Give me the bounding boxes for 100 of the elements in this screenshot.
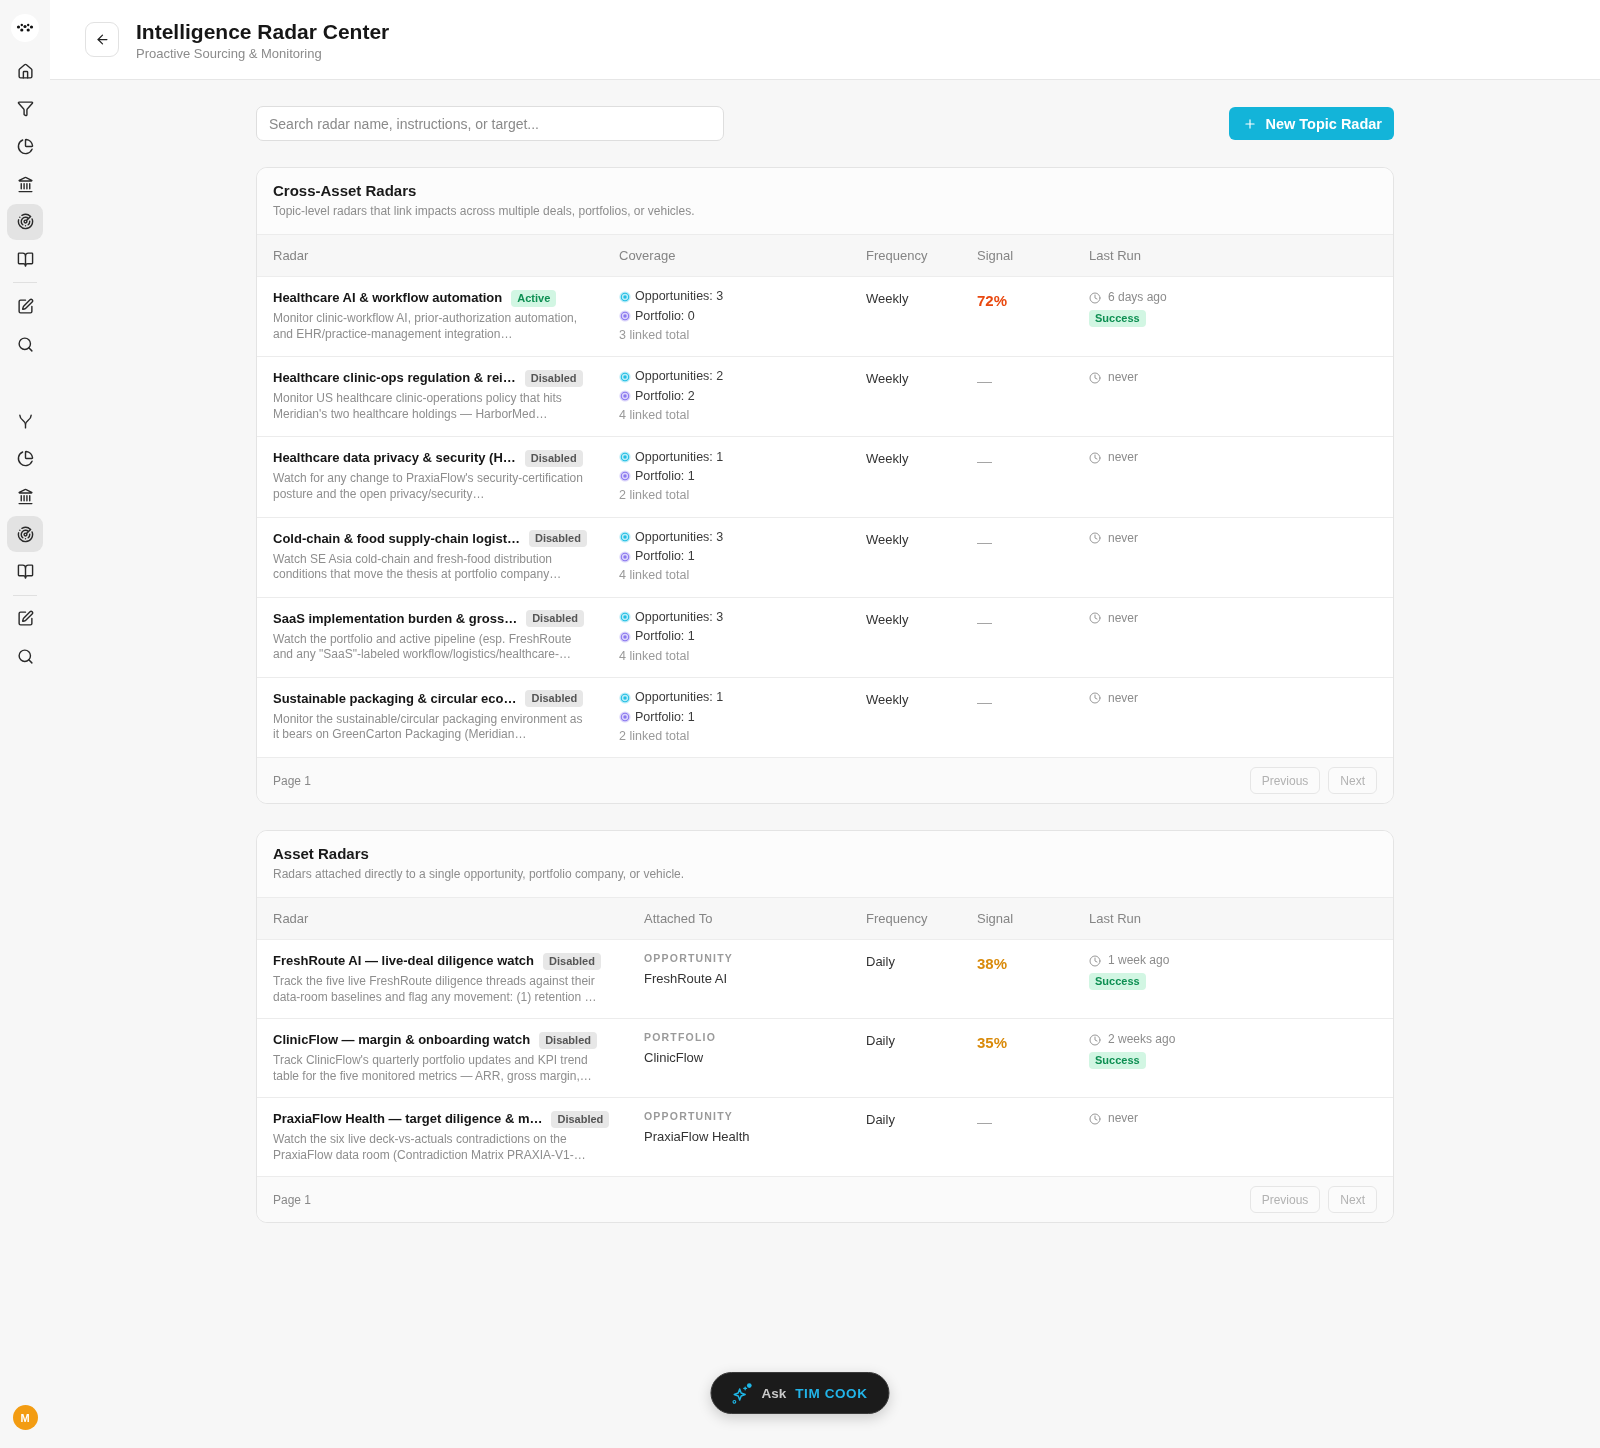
fork-icon <box>16 412 34 430</box>
nav-button[interactable] <box>7 203 43 240</box>
target-icon <box>619 290 631 303</box>
target-icon <box>619 470 631 483</box>
target-icon <box>619 451 631 464</box>
column-header: Last Run <box>1089 248 1142 263</box>
frequency-text: Weekly <box>866 691 909 707</box>
frequency-text: Weekly <box>866 531 909 547</box>
search-field[interactable]: Search radar name, instructions, or target... <box>256 106 724 141</box>
signal-value: — <box>977 452 992 470</box>
linked-total: 4 linked total <box>619 406 691 424</box>
target-icon <box>619 691 631 704</box>
search-icon <box>16 335 34 353</box>
last-run-time: never <box>1108 369 1139 387</box>
back-button[interactable] <box>85 22 119 57</box>
user-avatar: M <box>12 1405 38 1430</box>
frequency-text: Weekly <box>866 371 909 387</box>
clock-icon <box>1089 1112 1101 1125</box>
linked-total: 4 linked total <box>619 567 691 585</box>
signal-value: 35% <box>977 1034 1008 1052</box>
radar-icon <box>16 525 34 543</box>
result-badge: Success <box>1089 1052 1146 1070</box>
edit-icon <box>16 610 34 628</box>
radar-title: SaaS implementation burden & gross… <box>273 609 518 628</box>
clock-icon <box>1089 612 1101 625</box>
portfolio-count: Portfolio: 1 <box>635 708 695 726</box>
edit-icon <box>16 297 34 315</box>
radar-description: Watch SE Asia cold-chain and fresh-food distribution conditions that move the thesis at portfolio company… <box>273 551 563 583</box>
clock-icon <box>1089 291 1101 304</box>
status-badge: Disabled <box>529 530 587 548</box>
nav-button[interactable] <box>7 516 43 553</box>
portfolio-count: Portfolio: 0 <box>635 307 695 325</box>
target-icon <box>619 310 631 323</box>
opportunities-count: Opportunities: 3 <box>635 528 724 546</box>
status-badge: Disabled <box>524 449 583 467</box>
last-run-time: never <box>1108 609 1139 627</box>
last-run-time: never <box>1108 449 1139 467</box>
column-header: Signal <box>977 911 1014 927</box>
signal-value: — <box>977 692 992 710</box>
column-header: Radar <box>273 248 309 263</box>
sparkle-icon <box>731 1382 753 1404</box>
result-badge: Success <box>1089 310 1146 327</box>
portfolio-count: Portfolio: 2 <box>635 387 695 405</box>
clock-icon <box>1089 954 1101 967</box>
radar-description: Watch for any change to PraxiaFlow's security-certification posture and the open privacy/security… <box>273 471 584 503</box>
open-book-icon <box>16 250 34 268</box>
opportunities-count: Opportunities: 1 <box>635 689 724 707</box>
page-subtitle: Proactive Sourcing & Monitoring <box>136 45 323 63</box>
radar-description: Monitor clinic-workflow AI, prior-authorization automation, and EHR/practice-management integration… <box>273 311 579 342</box>
clock-icon <box>1089 692 1101 705</box>
opportunities-count: Opportunities: 3 <box>635 608 724 626</box>
column-header: Signal <box>977 248 1014 263</box>
logo-icon <box>11 14 39 42</box>
attached-type: OPPORTUNITY <box>644 1109 735 1124</box>
radar-title: Cold-chain & food supply-chain logist… <box>273 529 520 548</box>
target-icon <box>619 550 631 563</box>
opportunities-count: Opportunities: 2 <box>635 368 724 386</box>
attached-name: PraxiaFlow Health <box>644 1128 750 1147</box>
radar-description: Watch the portfolio and active pipeline (esp. FreshRoute and any "SaaS"-labeled workflow/logistics/healthcare-… <box>273 631 573 663</box>
new-radar-button[interactable]: New Topic Radar <box>1229 107 1394 140</box>
signal-value: — <box>977 532 992 550</box>
radar-description: Monitor the sustainable/circular packaging environment as it bears on GreenCarton Packaging (Meridian… <box>273 711 584 743</box>
section-description: Topic-level radars that link impacts across multiple deals, portfolios, or vehicles. <box>273 203 696 219</box>
radar-description: Track ClinicFlow's quarterly portfolio updates and KPI trend table for the five monitored metrics — ARR, gross margin,… <box>273 1053 593 1085</box>
status-badge: Disabled <box>539 1031 597 1049</box>
signal-value: 72% <box>977 292 1008 309</box>
target-icon <box>619 370 631 383</box>
open-book-icon <box>16 563 34 581</box>
frequency-text: Weekly <box>866 611 909 627</box>
column-header: Radar <box>273 911 309 927</box>
bank-icon <box>16 488 34 505</box>
clock-icon <box>1089 451 1101 464</box>
status-badge: Disabled <box>526 610 584 628</box>
radar-title: PraxiaFlow Health — target diligence & m… <box>273 1110 543 1129</box>
status-badge: Disabled <box>525 690 584 708</box>
last-run-time: 6 days ago <box>1108 289 1167 306</box>
column-header: Frequency <box>866 248 928 263</box>
column-header: Coverage <box>619 248 676 263</box>
plus-icon <box>1243 116 1258 131</box>
page-title: Intelligence Radar Center <box>136 20 390 44</box>
last-run-time: 1 week ago <box>1108 952 1170 970</box>
signal-value: — <box>977 372 992 390</box>
ask-assistant-button[interactable]: Ask TIM COOK <box>710 1372 890 1414</box>
target-icon <box>619 630 631 643</box>
section-description: Radars attached directly to a single opportunity, portfolio company, or vehicle. <box>273 866 686 883</box>
portfolio-count: Portfolio: 1 <box>635 548 695 566</box>
radar-title: Healthcare clinic-ops regulation & rei… <box>273 369 516 388</box>
radar-title: FreshRoute AI — live-deal diligence watch <box>273 952 535 971</box>
radar-title: Healthcare AI & workflow automation <box>273 289 503 307</box>
status-badge: Disabled <box>551 1110 610 1128</box>
frequency-text: Weekly <box>866 291 909 306</box>
pie-chart-icon <box>16 450 34 468</box>
target-icon <box>619 611 631 624</box>
column-header: Frequency <box>866 911 928 927</box>
status-badge: Active <box>511 289 557 307</box>
frequency-text: Daily <box>866 954 895 970</box>
radar-icon <box>16 213 34 231</box>
column-header: Last Run <box>1089 911 1142 927</box>
frequency-text: Daily <box>866 1033 895 1049</box>
signal-value: 38% <box>977 955 1008 973</box>
